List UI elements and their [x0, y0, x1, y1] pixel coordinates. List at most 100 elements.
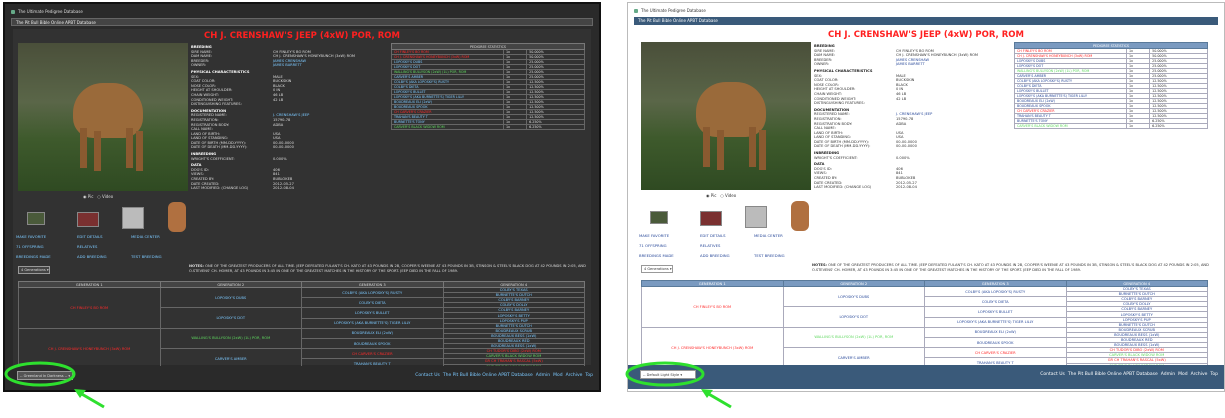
footer-link[interactable]: The Pit Bull Bible Online APBT Database: [443, 373, 533, 378]
pedigree-dog-link[interactable]: CH J. CRENSHAW'S HONEYBUNCH (3xW) ROM: [641, 326, 784, 369]
pedigree-dog-link[interactable]: CH FINLEY'S BO ROM: [641, 286, 784, 328]
footer-link[interactable]: Archive: [566, 373, 583, 378]
dog-notes: NOTES: ONE OF THE GREATEST PRODUCERS OF …: [189, 264, 589, 273]
stats-dog-name[interactable]: CARVER'S BLACK WIDOW ROM: [391, 124, 504, 130]
dog-photo[interactable]: [641, 42, 811, 190]
thumbnail[interactable]: [122, 207, 144, 229]
info-label: DATE OF DEATH (MM-DD-YYYY):: [814, 144, 871, 149]
pedigree-dog-link[interactable]: BOUDREAUX ELI (2xW): [924, 326, 1067, 338]
media-center-link[interactable]: MEDIA CENTER: [131, 234, 160, 239]
edit-details-link[interactable]: EDIT DETAILS: [77, 234, 103, 239]
offspring-link[interactable]: 71 OFFSPRING: [16, 244, 44, 249]
style-select[interactable]: -- Default Light Style ▾: [640, 370, 696, 379]
pedigree-dog-link[interactable]: COLBY'S DIETA: [924, 296, 1067, 308]
pedigree-dog-link[interactable]: CH CARVER'S CRAZIER: [301, 348, 444, 360]
footer-link[interactable]: Admin: [1161, 372, 1175, 377]
chevron-down-icon: ▾: [68, 374, 71, 378]
pedigree-dog-link[interactable]: LOPOSKY'S BULLET: [301, 307, 444, 319]
stats-dog-name[interactable]: CARVER'S BLACK WIDOW ROM: [1014, 123, 1127, 129]
footer-link[interactable]: Contact Us: [1040, 372, 1065, 377]
info-row: OWNER: JAMES BARRETT: [191, 63, 386, 68]
thumbnail[interactable]: [791, 201, 809, 231]
pedigree-dog-link[interactable]: COLBY'S (AKA LOPOSKY'S) RUSTY: [301, 286, 444, 299]
site-title[interactable]: The Ultimate Pedigree Database: [634, 6, 1218, 16]
thumbnail[interactable]: [745, 206, 767, 228]
dog-leg: [749, 127, 756, 167]
video-radio[interactable]: ○ Video: [720, 193, 736, 198]
stats-percent: 6.250%: [1149, 123, 1208, 129]
style-select[interactable]: -- Greenland In Darkness -- ▾: [17, 371, 73, 380]
breedings-link[interactable]: BREEDINGS MADE: [639, 253, 674, 258]
info-value[interactable]: JAMES BARRETT: [896, 62, 925, 67]
section-bar[interactable]: The Pit Bull Bible Online APBT Database: [634, 17, 1218, 25]
pedigree-dog-link[interactable]: LOPOSKY'S DUBS: [782, 285, 925, 308]
footer-link[interactable]: The Pit Bull Bible Online APBT Database: [1068, 372, 1158, 377]
pic-radio[interactable]: ◉ Pic: [83, 194, 93, 199]
info-value: 42 LB: [273, 97, 284, 102]
dog-leg: [136, 131, 143, 171]
pedigree-dog-link[interactable]: LOPOSKY'S BULLET: [924, 306, 1067, 318]
thumbnail[interactable]: [700, 211, 722, 226]
pedigree-dog-link[interactable]: COLBY'S DIETA: [301, 297, 444, 309]
thumbnail[interactable]: [77, 212, 99, 227]
thumbnail[interactable]: [650, 211, 668, 224]
footer-link[interactable]: Top: [1210, 372, 1218, 377]
footer-link[interactable]: Archive: [1191, 372, 1208, 377]
add-breeding-link[interactable]: ADD BREEDING: [77, 254, 107, 259]
stats-row: CARVER'S BLACK WIDOW ROM 1x 6.250%: [391, 124, 585, 130]
thumbnail[interactable]: [168, 202, 186, 232]
test-breeding-link[interactable]: TEST BREEDING: [754, 253, 785, 258]
breedings-link[interactable]: BREEDINGS MADE: [16, 254, 51, 259]
pedigree-dog-link[interactable]: BOUDREAUX ELI (2xW): [301, 327, 444, 339]
generations-select[interactable]: 4 Generations ▾: [641, 265, 673, 273]
pedigree-dog-link[interactable]: LOPOSKY'S (AKA BURNETTE'S) TIGER LILLY: [301, 317, 444, 329]
info-label: WRIGHT'S COEFFICIENT:: [814, 155, 858, 160]
info-value[interactable]: JAMES BARRETT: [273, 63, 302, 68]
pedigree-row: CH FINLEY'S BO ROM LOPOSKY'S DUBS COLBY'S …: [641, 285, 1208, 328]
test-breeding-link[interactable]: TEST BREEDING: [131, 254, 162, 259]
footer-link[interactable]: Mod: [553, 373, 563, 378]
add-breeding-link[interactable]: ADD BREEDING: [700, 253, 730, 258]
relatives-link[interactable]: RELATIVES: [77, 244, 97, 249]
pic-radio[interactable]: ◉ Pic: [706, 193, 716, 198]
pedigree-dog-link[interactable]: CH CARVER'S CRAZIER: [924, 347, 1067, 359]
footer-link[interactable]: Contact Us: [415, 373, 440, 378]
notes-label: NOTES:: [189, 264, 204, 268]
info-label: OWNER:: [191, 63, 206, 68]
generations-select[interactable]: 4 Generations ▾: [18, 266, 50, 274]
footer-link[interactable]: Mod: [1178, 372, 1188, 377]
pedigree-dog-link[interactable]: LOPOSKY'S DOT: [159, 307, 302, 329]
relatives-link[interactable]: RELATIVES: [700, 243, 720, 248]
footer-link[interactable]: Top: [585, 373, 593, 378]
info-row: DATE OF DEATH (MM-DD-YYYY): 00-00-0000: [191, 145, 386, 150]
make-favorite-link[interactable]: MAKE FAVORITE: [16, 234, 46, 239]
pedigree-row: CH J. CRENSHAW'S HONEYBUNCH (3xW) ROM WAL…: [641, 326, 1208, 369]
pedigree-dog-link[interactable]: LOPOSKY'S (AKA BURNETTE'S) TIGER LILLY: [924, 316, 1067, 328]
make-favorite-link[interactable]: MAKE FAVORITE: [639, 233, 669, 238]
site-title[interactable]: The Ultimate Pedigree Database: [11, 7, 593, 17]
chevron-down-icon: ▾: [46, 268, 49, 272]
section-bar[interactable]: The Pit Bull Bible Online APBT Database: [11, 18, 593, 26]
chevron-down-icon: ▾: [680, 373, 683, 377]
pedigree-dog-link[interactable]: CH J. CRENSHAW'S HONEYBUNCH (3xW) ROM: [18, 327, 161, 370]
edit-details-link[interactable]: EDIT DETAILS: [700, 233, 726, 238]
pedigree-dog-link[interactable]: WALLING'S BULLYSON (2xW) (1L) POR, ROM: [159, 327, 302, 350]
media-center-link[interactable]: MEDIA CENTER: [754, 233, 783, 238]
video-radio[interactable]: ○ Video: [97, 194, 113, 199]
pedigree-dog-link[interactable]: LOPOSKY'S DUBS: [159, 286, 302, 309]
info-label: OWNER:: [814, 62, 829, 67]
style-select-value: -- Greenland In Darkness --: [20, 374, 68, 378]
dog-photo[interactable]: [18, 43, 188, 191]
footer-link[interactable]: Admin: [536, 373, 550, 378]
media-radios: ◉ Pic ○ Video: [706, 193, 736, 198]
offspring-link[interactable]: 71 OFFSPRING: [639, 243, 667, 248]
pedigree-dog-link[interactable]: CH FINLEY'S BO ROM: [18, 287, 161, 329]
pedigree-dog-link[interactable]: LOPOSKY'S DOT: [782, 306, 925, 328]
dog-leg: [94, 131, 101, 171]
pedigree-dog-link[interactable]: BOUDREAUX SPOOK: [924, 336, 1067, 349]
thumbnail[interactable]: [27, 212, 45, 225]
pedigree-dog-link[interactable]: COLBY'S (AKA LOPOSKY'S) RUSTY: [924, 285, 1067, 298]
pedigree-dog-link[interactable]: WALLING'S BULLYSON (2xW) (1L) POR, ROM: [782, 326, 925, 349]
pedigree-dog-link[interactable]: BOUDREAUX SPOOK: [301, 337, 444, 350]
site-title-text: The Ultimate Pedigree Database: [641, 8, 706, 13]
